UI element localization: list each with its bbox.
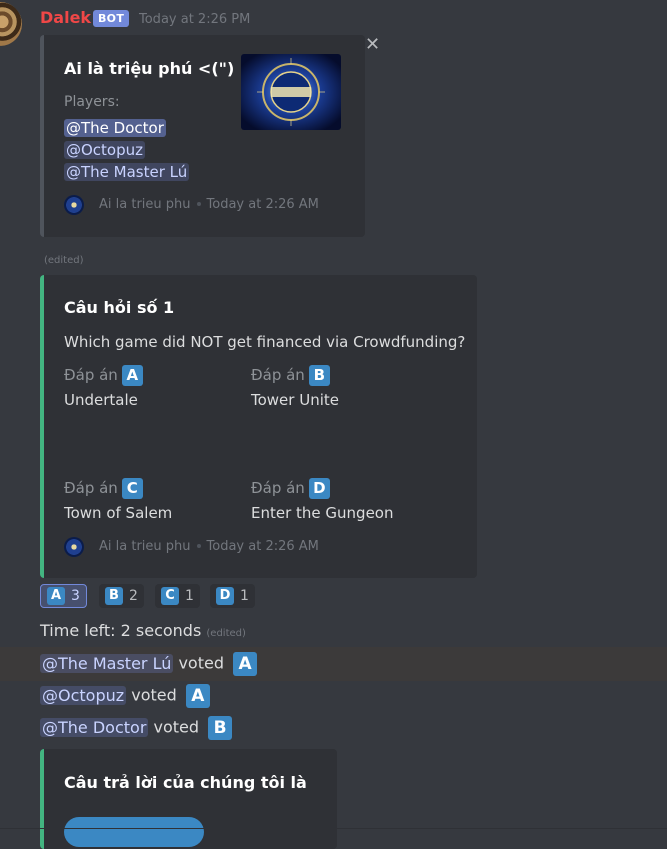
letter-a-badge: A: [121, 365, 143, 386]
answer-label: Đáp án: [64, 479, 118, 497]
user-mention[interactable]: @Octopuz: [40, 685, 127, 705]
answer-emoji-pill: [64, 817, 204, 847]
letter-d-emoji: D: [216, 587, 234, 605]
time-left-text: Time left: 2 seconds: [40, 621, 202, 640]
answer-field-c: Đáp án C: [64, 478, 143, 499]
reaction-count: 3: [71, 588, 80, 604]
answer-field-d: Đáp án D: [251, 478, 330, 499]
question-title: Câu hỏi số 1: [64, 298, 175, 317]
answer-a-text: Undertale: [64, 391, 138, 409]
player-mention[interactable]: @The Master Lú: [64, 162, 190, 181]
answer-field-a: Đáp án A: [64, 365, 143, 386]
reaction-count: 1: [240, 588, 249, 604]
answer-label: Đáp án: [64, 366, 118, 384]
question-text: Which game did NOT get financed via Crow…: [64, 333, 466, 351]
footer-text: Ai la trieu phu: [99, 539, 191, 554]
vote-message: @Octopuz voted A: [40, 684, 210, 708]
reaction-a[interactable]: A3: [40, 584, 87, 608]
answer-embed: Câu trả lời của chúng tôi là: [40, 749, 337, 849]
letter-b-emoji: B: [105, 587, 123, 605]
bot-tag: BOT: [93, 10, 130, 27]
author-avatar[interactable]: [0, 2, 22, 46]
user-mention[interactable]: @The Doctor: [40, 717, 149, 737]
letter-b-badge: B: [308, 365, 330, 386]
players-embed: Ai là triệu phú <(") Players: @The Docto…: [40, 35, 365, 237]
reaction-count: 2: [129, 588, 138, 604]
vote-verb: voted: [178, 653, 224, 673]
answer-field-b: Đáp án B: [251, 365, 330, 386]
author-name[interactable]: Dalek: [40, 8, 91, 27]
letter-c-emoji: C: [161, 587, 179, 605]
reaction-count: 1: [185, 588, 194, 604]
edited-label: (edited): [206, 628, 246, 639]
players-label: Players:: [64, 94, 120, 110]
vote-verb: voted: [131, 685, 177, 705]
embed-footer: Ai la trieu phu Today at 2:26 AM: [99, 197, 319, 212]
reaction-d[interactable]: D1: [210, 584, 255, 608]
letter-a-emoji: A: [185, 684, 210, 708]
close-icon[interactable]: ✕: [365, 34, 380, 55]
answer-b-text: Tower Unite: [251, 391, 339, 409]
ai-la-trieu-phu-logo-icon: [64, 195, 84, 215]
footer-text: Ai la trieu phu: [99, 197, 191, 212]
letter-a-emoji: A: [47, 587, 65, 605]
letter-a-emoji: A: [233, 652, 258, 676]
player-mention[interactable]: @The Doctor: [64, 118, 166, 137]
edited-label: (edited): [44, 255, 84, 266]
ai-la-trieu-phu-logo-icon: [64, 537, 84, 557]
user-mention[interactable]: @The Master Lú: [40, 653, 174, 673]
player-mention[interactable]: @Octopuz: [64, 140, 146, 159]
answer-embed-title: Câu trả lời của chúng tôi là: [64, 773, 307, 792]
answer-label: Đáp án: [251, 479, 305, 497]
embed-title: Ai là triệu phú <("): [64, 59, 235, 78]
vote-message: @The Doctor voted B: [40, 716, 233, 740]
answer-d-text: Enter the Gungeon: [251, 504, 394, 522]
divider: [0, 828, 667, 829]
footer-separator: [196, 201, 201, 206]
letter-b-emoji: B: [208, 716, 233, 740]
answer-label: Đáp án: [251, 366, 305, 384]
vote-message: @The Master Lú voted A: [40, 652, 258, 676]
reaction-c[interactable]: C1: [155, 584, 200, 608]
footer-time: Today at 2:26 AM: [206, 539, 319, 554]
footer-separator: [196, 543, 201, 548]
letter-c-badge: C: [121, 478, 143, 499]
letter-d-badge: D: [308, 478, 330, 499]
vote-verb: voted: [153, 717, 200, 737]
embed-footer: Ai la trieu phu Today at 2:26 AM: [99, 539, 319, 554]
reaction-b[interactable]: B2: [99, 584, 144, 608]
answer-c-text: Town of Salem: [64, 504, 173, 522]
footer-time: Today at 2:26 AM: [206, 197, 319, 212]
question-embed: Câu hỏi số 1 Which game did NOT get fina…: [40, 275, 477, 578]
millionaire-logo-thumbnail[interactable]: [241, 54, 341, 130]
message-timestamp: Today at 2:26 PM: [139, 12, 251, 27]
time-left-message: Time left: 2 seconds (edited): [40, 621, 246, 640]
